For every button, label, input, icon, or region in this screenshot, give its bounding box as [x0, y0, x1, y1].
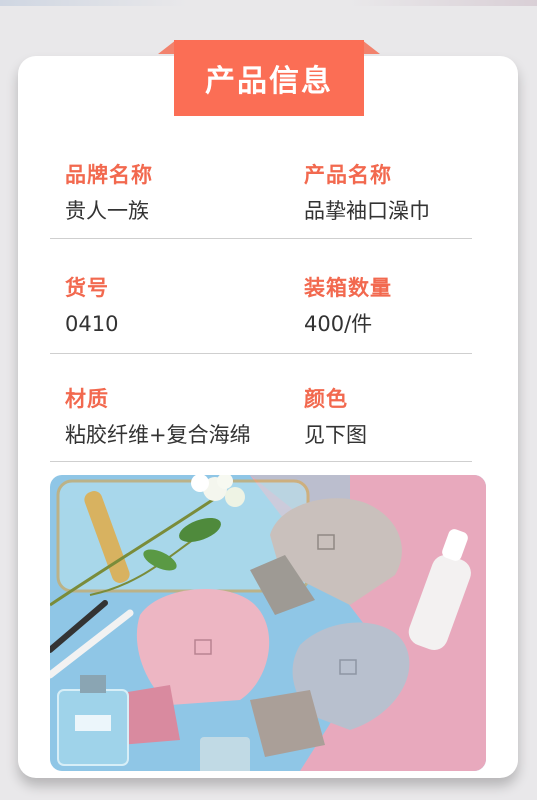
packing-qty-label: 装箱数量 [304, 276, 392, 300]
info-cell-brand: 品牌名称 贵人一族 [65, 159, 153, 225]
product-name-value: 品挚袖口澡巾 [304, 199, 430, 223]
info-row: 货号 0410 装箱数量 400/件 [50, 238, 472, 354]
info-cell-material: 材质 粘胶纤维+复合海绵 [65, 383, 251, 449]
top-strip [0, 0, 537, 6]
product-name-label: 产品名称 [304, 163, 392, 187]
section-header: 产品信息 [158, 40, 380, 116]
color-label: 颜色 [304, 387, 348, 411]
material-value: 粘胶纤维+复合海绵 [65, 423, 251, 447]
info-row: 品牌名称 贵人一族 产品名称 品挚袖口澡巾 [50, 123, 472, 239]
info-cell-color: 颜色 见下图 [304, 383, 367, 449]
glass-jar [200, 737, 250, 771]
info-row: 材质 粘胶纤维+复合海绵 颜色 见下图 [50, 353, 472, 462]
product-photo-illustration [50, 475, 486, 771]
packing-qty-value: 400/件 [304, 312, 373, 336]
info-cell-item-number: 货号 0410 [65, 272, 118, 336]
product-photo [50, 475, 486, 771]
brand-value: 贵人一族 [65, 199, 149, 223]
brand-label: 品牌名称 [65, 163, 153, 187]
header-tab-right [362, 40, 380, 54]
info-cell-product-name: 产品名称 品挚袖口澡巾 [304, 159, 430, 225]
info-cell-packing-qty: 装箱数量 400/件 [304, 272, 392, 338]
color-value: 见下图 [304, 423, 367, 447]
section-title: 产品信息 [174, 40, 364, 116]
item-number-value: 0410 [65, 312, 119, 336]
item-number-label: 货号 [65, 276, 109, 300]
material-label: 材质 [65, 387, 109, 411]
